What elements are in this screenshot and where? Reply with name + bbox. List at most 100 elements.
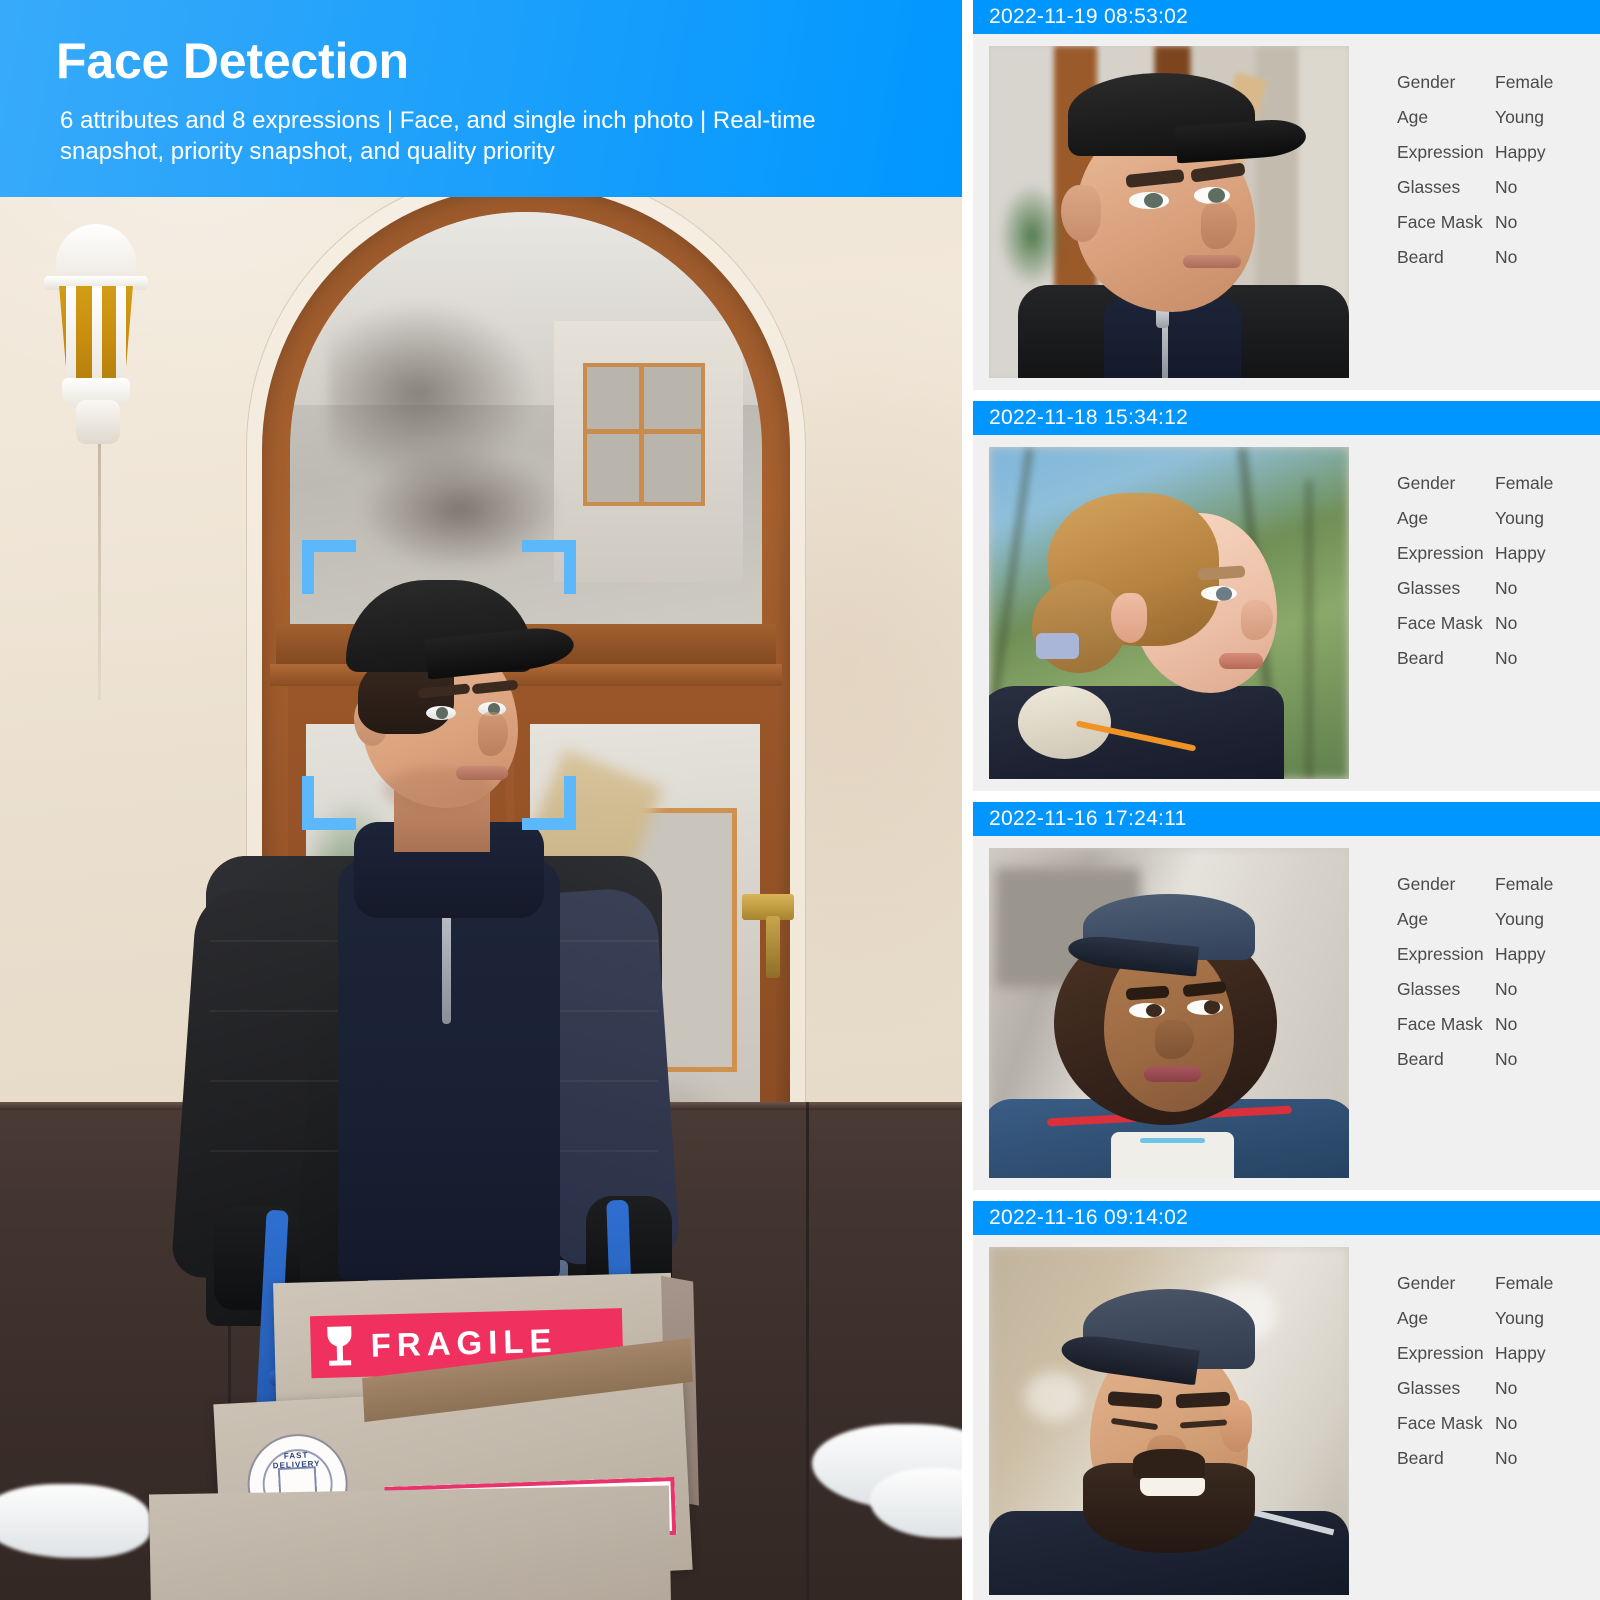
attribute-label: Age: [1397, 1308, 1429, 1328]
attribute-value: No: [1495, 1049, 1518, 1069]
attribute-list: Gender Female Age Young Expression Happy Gl…: [1349, 447, 1600, 779]
attribute-value: Happy: [1495, 543, 1546, 563]
attribute-row: Beard No: [1397, 1448, 1600, 1483]
thumbnail-ear: [1111, 593, 1148, 643]
result-card[interactable]: 2022-11-16 09:14:02 Gender Female Age Yo…: [962, 1201, 1600, 1600]
attribute-row: Glasses No: [1397, 979, 1600, 1014]
thumbnail-plant: [996, 178, 1069, 292]
attribute-label: Glasses: [1397, 1378, 1461, 1398]
attribute-row: Glasses No: [1397, 177, 1600, 212]
attribute-value: Happy: [1495, 1343, 1546, 1363]
thumbnail-branch-3: [1305, 480, 1312, 779]
timestamp-bar: 2022-11-18 15:34:12: [973, 401, 1600, 435]
thumbnail-eye-left: [1129, 192, 1169, 209]
result-card[interactable]: 2022-11-16 17:24:11 Gender Female Age Yo…: [962, 802, 1600, 1190]
attribute-list: Gender Female Age Young Expression Happy Gl…: [1349, 1247, 1600, 1595]
attribute-value: No: [1495, 648, 1518, 668]
package-bottom: [148, 1485, 672, 1600]
attribute-row: Face Mask No: [1397, 1413, 1600, 1448]
timestamp-text: 2022-11-16 17:24:11: [989, 807, 1187, 830]
attribute-value: Female: [1495, 72, 1554, 92]
attribute-label: Glasses: [1397, 979, 1461, 999]
thumbnail-hair-tie: [1035, 632, 1079, 660]
timestamp-text: 2022-11-18 15:34:12: [989, 406, 1189, 429]
bracket-bl-v: [302, 776, 314, 830]
attribute-value: No: [1495, 177, 1518, 197]
attribute-label: Beard: [1397, 648, 1444, 668]
attribute-row: Expression Happy: [1397, 142, 1600, 177]
attribute-row: Expression Happy: [1397, 1343, 1600, 1378]
attribute-label: Gender: [1397, 473, 1456, 493]
attribute-label: Glasses: [1397, 177, 1461, 197]
result-card-body: Gender Female Age Young Expression Happy Gl…: [973, 836, 1600, 1190]
attribute-value: No: [1495, 212, 1518, 232]
thumbnail-fur-collar: [1017, 686, 1112, 760]
timestamp-bar: 2022-11-16 09:14:02: [973, 1201, 1600, 1235]
face-thumbnail[interactable]: [989, 447, 1349, 779]
attribute-label: Gender: [1397, 1273, 1456, 1293]
lamp-cord: [98, 400, 101, 700]
face-thumbnail[interactable]: [989, 848, 1349, 1178]
timestamp-bar: 2022-11-16 17:24:11: [973, 802, 1600, 836]
attribute-value: Happy: [1495, 944, 1546, 964]
thumbnail-lips: [1143, 1065, 1202, 1083]
wall-lantern: [42, 224, 150, 444]
thumbnail-moustache: [1133, 1448, 1205, 1481]
attribute-value: Female: [1495, 473, 1554, 493]
page-banner: Face Detection 6 attributes and 8 expres…: [0, 0, 962, 197]
reflection-window: [582, 363, 706, 506]
attribute-label: Face Mask: [1397, 1014, 1483, 1034]
attribute-value: Happy: [1495, 142, 1546, 162]
attribute-value: No: [1495, 979, 1518, 999]
attribute-value: Young: [1495, 508, 1544, 528]
door-handle-right-bar[interactable]: [766, 916, 780, 978]
thumbnail-ear: [1219, 1400, 1252, 1453]
thumbnail-bokeh-2: [1025, 1372, 1083, 1421]
attribute-label: Expression: [1397, 142, 1484, 162]
attribute-label: Age: [1397, 909, 1429, 929]
result-card[interactable]: 2022-11-19 08:53:02 Gender Female Age Yo…: [962, 0, 1600, 390]
result-card[interactable]: 2022-11-18 15:34:12 Gender Female Age Yo…: [962, 401, 1600, 791]
bracket-tl-v: [302, 540, 314, 594]
attribute-value: No: [1495, 1378, 1518, 1398]
attribute-value: No: [1495, 613, 1518, 633]
attribute-value: No: [1495, 578, 1518, 598]
attribute-label: Age: [1397, 508, 1429, 528]
attribute-value: No: [1495, 1014, 1518, 1034]
attribute-row: Gender Female: [1397, 72, 1600, 107]
snow-drift-left: [0, 1484, 150, 1558]
thumbnail-eye-right: [1187, 999, 1223, 1015]
face-thumbnail[interactable]: [989, 46, 1349, 378]
face-thumbnail[interactable]: [989, 1247, 1349, 1595]
lantern-bar-right: [116, 286, 126, 384]
lantern-bar-mid: [92, 286, 102, 384]
thumbnail-lips: [1183, 255, 1241, 269]
attribute-row: Age Young: [1397, 1308, 1600, 1343]
live-camera-view[interactable]: FRAGILE FAST DELIVERY FAST DELIVERY FRAG…: [0, 0, 962, 1600]
thumbnail-eye-left: [1129, 1003, 1166, 1018]
face-detection-page: FRAGILE FAST DELIVERY FAST DELIVERY FRAG…: [0, 0, 1600, 1600]
attribute-row: Face Mask No: [1397, 212, 1600, 247]
attribute-row: Gender Female: [1397, 1273, 1600, 1308]
attribute-value: No: [1495, 1413, 1518, 1433]
person-lips: [456, 766, 508, 780]
attribute-row: Expression Happy: [1397, 543, 1600, 578]
attribute-row: Face Mask No: [1397, 1014, 1600, 1049]
attribute-label: Expression: [1397, 543, 1484, 563]
attribute-value: Young: [1495, 1308, 1544, 1328]
attribute-value: No: [1495, 1448, 1518, 1468]
page-title: Face Detection: [56, 33, 409, 89]
attribute-row: Beard No: [1397, 648, 1600, 683]
bracket-tr-v: [564, 540, 576, 594]
attribute-row: Glasses No: [1397, 578, 1600, 613]
detection-results-panel[interactable]: 2022-11-19 08:53:02 Gender Female Age Yo…: [962, 0, 1600, 1600]
attribute-label: Gender: [1397, 874, 1456, 894]
bracket-br-v: [564, 776, 576, 830]
card-divider: [962, 791, 1600, 802]
attribute-row: Age Young: [1397, 909, 1600, 944]
card-divider: [962, 390, 1600, 401]
lantern-cap: [56, 224, 136, 282]
attribute-label: Glasses: [1397, 578, 1461, 598]
thumbnail-lanyard: [1140, 1138, 1205, 1144]
attribute-label: Face Mask: [1397, 1413, 1483, 1433]
